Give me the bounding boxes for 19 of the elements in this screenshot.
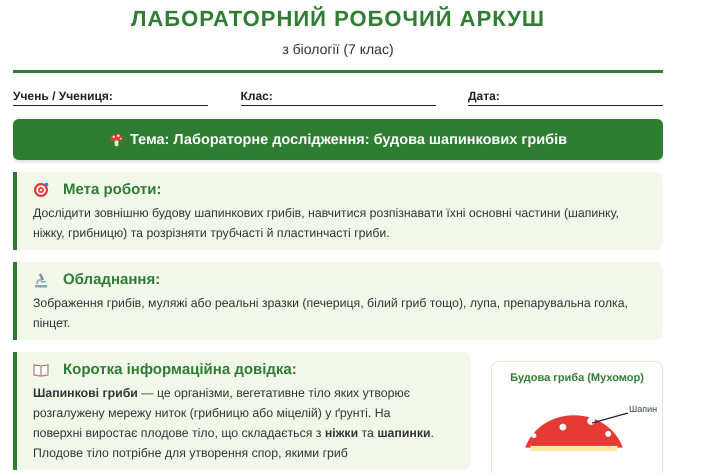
section-heading: Мета роботи: xyxy=(63,180,162,200)
fill-in-line[interactable]: Учень / Учениця: xyxy=(13,89,208,106)
worksheet-subtitle: з біології (7 клас) xyxy=(281,41,395,58)
section-heading: Обладнання: xyxy=(63,270,160,290)
diagram-label: Шапин xyxy=(629,404,658,414)
mushroom-icon xyxy=(108,132,124,147)
leader-line xyxy=(592,412,628,424)
microscope-icon xyxy=(33,272,49,288)
topic-text: Тема: Лабораторне дослідження: будова шапинкових грибів xyxy=(130,132,568,148)
section-text: Дослідити зовнішню будову шапинкових грибів, навчитися розпізнавати їхні основні частини (шапинку, ніжку, грибницю) та розрізняти трубчасті й пластинчасті гриби. xyxy=(33,205,620,242)
fill-in-line[interactable]: Клас: xyxy=(240,89,436,106)
section-text: Зображення грибів, муляжі або реальні зразки (печериця, білий гриб тощо), лупа, препарувальна голка, пінцет. xyxy=(33,295,629,332)
section-text: Шапинкові гриби — це організми, вегетативне тіло яких утворює розгалужену мережу ниток (грибницю або міцелій) у ґрунті. На поверхні виростає плодове тіло, що складається з ніжки та шапинки. Плодове тіло потрібне для утворення спор, якими гриб xyxy=(33,385,435,462)
book-icon xyxy=(33,362,49,378)
worksheet-title: ЛАБОРАТОРНИЙ РОБОЧИЙ АРКУШ xyxy=(130,5,546,32)
diagram-title: Будова гриба (Мухомор) xyxy=(509,372,645,384)
fill-in-line[interactable]: Дата: xyxy=(468,89,663,106)
target-icon xyxy=(33,182,49,198)
section-heading: Коротка інформаційна довідка: xyxy=(63,360,297,380)
